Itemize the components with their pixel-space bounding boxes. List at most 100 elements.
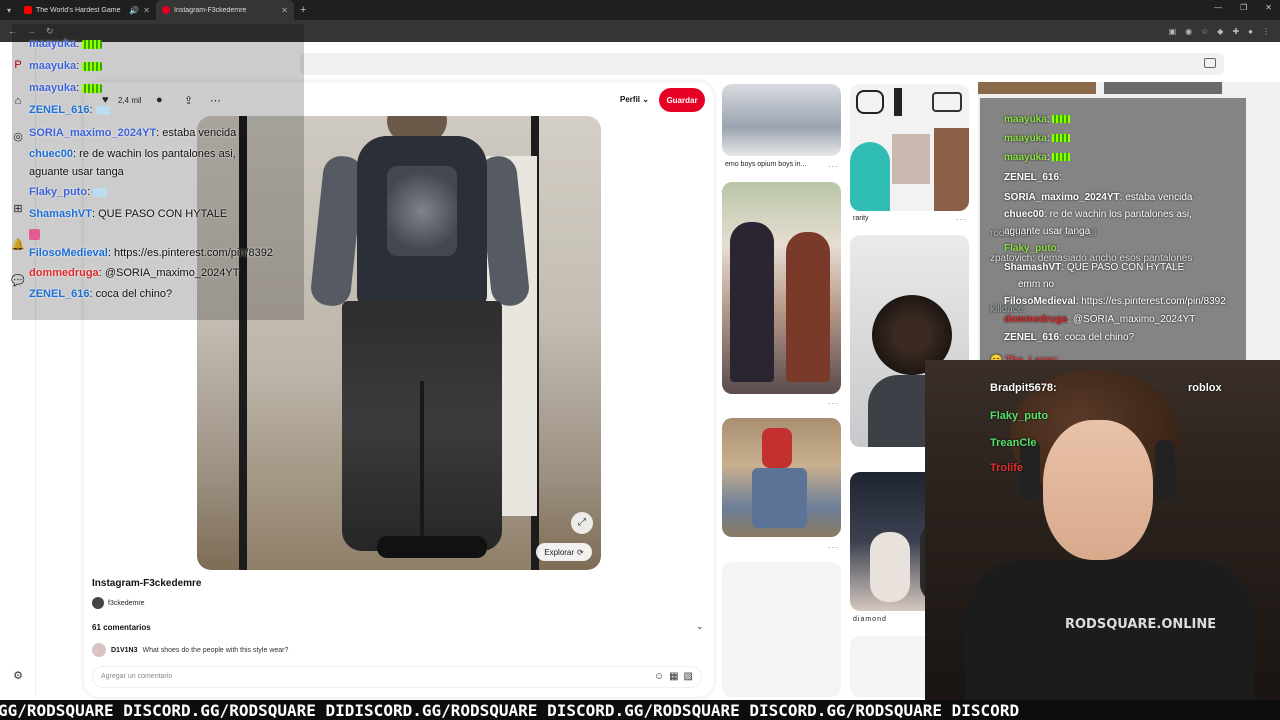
emote-icon [93,187,108,197]
close-window-icon[interactable]: ✕ [1265,3,1272,12]
avatar [92,597,104,609]
comments-count: 61 comentarios [92,623,151,632]
graphic-tshirt [357,136,487,306]
chat-message-left: maayuka: [29,60,103,72]
window-controls: — ❐ ✕ [1214,3,1272,12]
extension-icon[interactable]: ◆ [1217,27,1223,36]
comment-input[interactable]: Agregar un comentario ☺ ▦ ▨ [92,666,702,688]
chat-username: TreanCle [990,437,1037,449]
save-button[interactable]: Guardar [659,88,705,112]
chat-message-right: SORIA_maximo_2024YT: estaba vencida [1004,192,1193,203]
chat-message-right: chuec00: re de wachin los pantalones asi… [1004,209,1192,220]
close-tab-icon[interactable]: ✕ [143,6,150,15]
expand-icon[interactable]: ⤢ [571,512,593,534]
avatar [92,643,106,657]
feed-pin-caption[interactable]: emo boys opium boys in... [725,161,806,168]
chat-text: QUE PASO CON HYTALE [98,208,228,220]
tab-title: The World's Hardest Game [36,6,121,14]
chat-username: FilosoMedieval [1004,296,1076,307]
chat-username: maayuka [1004,133,1047,144]
chat-message-right: FilosoMedieval: https://es.pinterest.com… [1004,296,1226,307]
chat-username: maayuka [29,60,77,72]
more-options-icon[interactable]: ··· [828,399,839,408]
eye-icon[interactable]: ◉ [1185,27,1192,36]
feed-pin-image[interactable] [722,84,841,156]
puzzle-icon[interactable]: ✚ [1232,27,1239,36]
feed-pin-image[interactable] [722,182,841,394]
chat-username: Flaky_puto [1004,243,1057,254]
extension-icon[interactable]: ▣ [1169,27,1177,36]
feed-pin-placeholder[interactable] [722,562,841,697]
chat-message-left: aguante usar tanga [29,166,124,178]
chat-message-left: maayuka: [29,82,103,94]
emote-icon [82,83,103,93]
shirt-logo-text: RODSQUARE.ONLINE [1065,617,1217,632]
chat-message-right: ShamashVT: QUE PASO CON HYTALE [1004,262,1185,273]
minimize-icon[interactable]: — [1214,3,1222,12]
emoji-icon[interactable]: ☺ [654,671,664,682]
chat-username: Trolife [990,462,1024,474]
emote-icon [29,229,40,240]
chat-message-left: ZENEL_616: coca del chino? [29,288,173,300]
profile-dropdown[interactable]: Perfil ⌄ [620,95,649,104]
more-options-icon[interactable]: ··· [956,215,967,224]
chat-username: maayuka [1004,114,1047,125]
webcam-feed: RODSQUARE.ONLINE [925,360,1280,700]
tab-worlds-hardest-game[interactable]: The World's Hardest Game 🔊 ✕ [18,0,156,20]
pin-author[interactable]: f3ckedemre [92,597,145,609]
bookmark-star-icon[interactable]: ☆ [1201,27,1208,36]
more-options-icon[interactable]: ··· [828,162,839,171]
chevron-down-icon[interactable]: ⌄ [696,621,704,632]
chat-username: maayuka [29,82,77,94]
chat-username: ZENEL_616 [1004,172,1060,183]
chat-message-right: maayuka: [1004,114,1071,125]
menu-icon[interactable]: ⋮ [1262,27,1270,36]
chat-text: aguante usar tanga [1004,226,1091,237]
new-tab-button[interactable]: + [294,4,312,16]
chat-username: maayuka [1004,152,1047,163]
camera-icon[interactable] [1204,58,1216,68]
chat-username: chuec00 [29,148,74,160]
tab-instagram[interactable]: Instagram-F3ckedemre ✕ [156,0,294,20]
chat-message-left: chuec00: re de wachin los pantalones asi… [29,148,236,160]
webcam-chat-line: Trolife [990,462,1023,474]
chat-username: SORIA_maximo_2024YT [29,127,157,139]
chat-username: Bradpit5678 [990,382,1053,394]
comment-placeholder: Agregar un comentario [101,673,173,680]
chat-message-right: emm no [1018,279,1054,290]
audio-icon[interactable]: 🔊 [129,6,139,15]
chat-text: roblox [1188,382,1222,394]
feed-pin-image[interactable] [722,418,841,537]
feed-pin-caption[interactable]: rarity [853,215,869,222]
chat-text: @SORIA_maximo_2024YT [1072,314,1196,325]
tab-search-icon[interactable]: ▾ [0,6,18,15]
feed-pin-image[interactable] [850,84,969,211]
chat-message-right: ZENEL_616: [1004,172,1062,183]
chat-username: Flaky_puto [990,410,1049,422]
pin-title: Instagram-F3ckedemre [92,578,202,589]
chat-message-right: maayuka: [1004,152,1071,163]
chat-username: FilosoMedieval [29,247,108,259]
more-options-icon[interactable]: ··· [828,543,839,552]
profile-icon[interactable]: ● [1248,27,1253,36]
comment-user[interactable]: D1V1N3 [111,647,137,654]
chat-text: re de wachin los pantalones asi, [1049,209,1192,220]
restore-icon[interactable]: ❐ [1240,3,1247,12]
pinterest-icon [162,6,170,14]
sticker-icon[interactable]: ▦ [669,671,678,682]
search-input[interactable] [300,53,1224,75]
chat-username: ShamashVT [29,208,92,220]
comment-text: What shoes do the people with this style… [142,646,289,654]
feed-pin-caption[interactable]: diamond [853,616,887,623]
chat-message-left: dommedruga: @SORIA_maximo_2024YT [29,267,240,279]
settings-gear-icon[interactable]: ⚙ [11,669,25,683]
chat-username: ZENEL_616 [1004,332,1060,343]
chat-message-left: ShamashVT: QUE PASO CON HYTALE [29,208,228,220]
explore-button[interactable]: Explorar ⟳ [536,543,592,561]
comment-item: D1V1N3 What shoes do the people with thi… [92,643,288,657]
chat-text: re de wachin los pantalones asi, [79,148,236,160]
jeans-split [420,381,424,551]
chat-username: ZENEL_616 [29,288,90,300]
image-icon[interactable]: ▨ [684,671,693,682]
close-tab-icon[interactable]: ✕ [281,6,288,15]
